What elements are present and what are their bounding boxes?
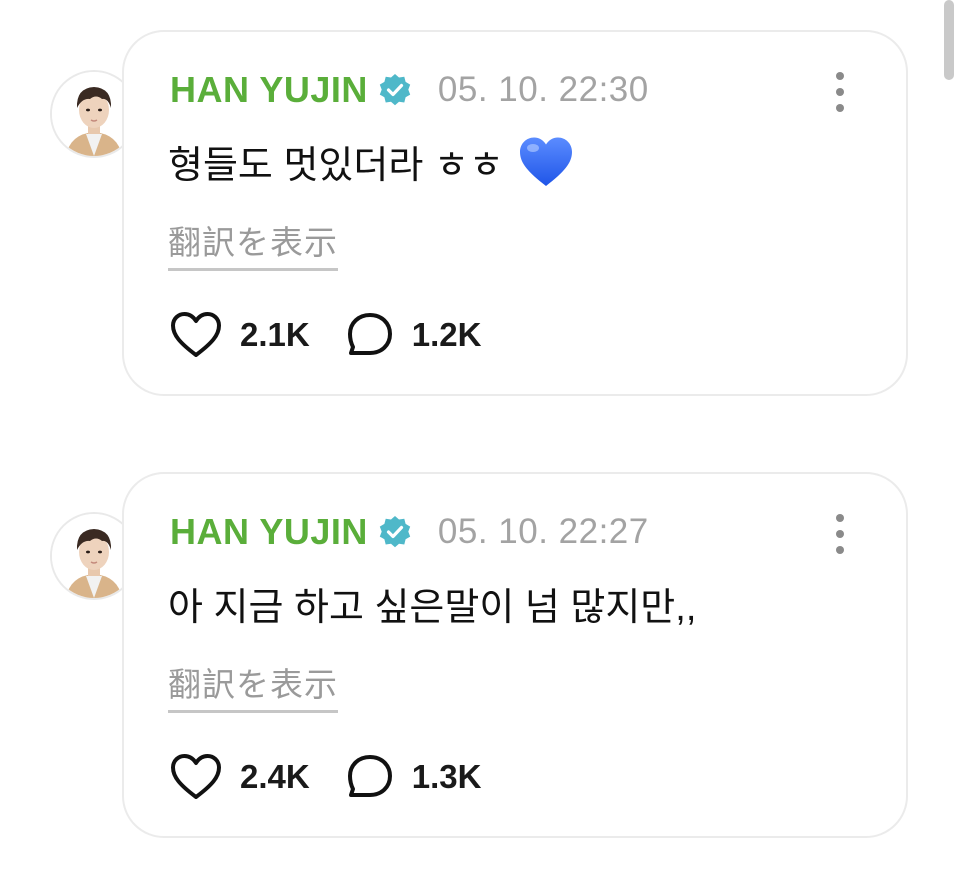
post-timestamp: 05. 10. 22:30 [437,70,649,109]
comment-bubble-icon [346,753,394,801]
post-header: HAN YUJIN 05. 10. 22:27 [170,510,649,554]
post-feed: HAN YUJIN 05. 10. 22:30 형들도 멋있더라 ㅎㅎ 翻訳を表… [0,0,960,870]
heart-icon [170,311,222,359]
post-header: HAN YUJIN 05. 10. 22:30 [170,68,649,112]
post-text-container: 아 지금 하고 싶은말이 넘 많지만,, [168,576,696,631]
like-button[interactable]: 2.1K [170,311,310,359]
post-text: 형들도 멋있더라 ㅎㅎ [168,145,504,187]
author-name[interactable]: HAN YUJIN [170,511,368,553]
comment-bubble-icon [346,311,394,359]
comment-count: 1.3K [411,758,482,795]
like-count: 2.1K [240,316,310,353]
blue-heart-emoji-icon [518,136,574,188]
verified-badge-icon [378,515,412,549]
comment-button[interactable]: 1.3K [346,753,482,801]
post-text: 아 지금 하고 싶은말이 넘 많지만,, [168,587,697,629]
comment-button[interactable]: 1.2K [346,311,482,359]
author-name[interactable]: HAN YUJIN [170,69,368,111]
post-text-container: 형들도 멋있더라 ㅎㅎ [168,134,574,189]
heart-icon [170,753,222,801]
post: HAN YUJIN 05. 10. 22:30 형들도 멋있더라 ㅎㅎ 翻訳を表… [0,30,960,400]
post-timestamp: 05. 10. 22:27 [437,512,649,551]
more-options-icon[interactable] [826,512,854,556]
post-actions: 2.1K 1.2K [170,310,481,360]
like-button[interactable]: 2.4K [170,753,310,801]
verified-badge-icon [378,73,412,107]
post-actions: 2.4K 1.3K [170,752,481,802]
like-count: 2.4K [240,758,310,795]
scrollbar[interactable] [944,0,954,80]
show-translation-link[interactable]: 翻訳を表示 [168,216,338,271]
comment-count: 1.2K [411,316,482,353]
post: HAN YUJIN 05. 10. 22:27 아 지금 하고 싶은말이 넘 많… [0,472,960,842]
show-translation-link[interactable]: 翻訳を表示 [168,658,338,713]
more-options-icon[interactable] [826,70,854,114]
